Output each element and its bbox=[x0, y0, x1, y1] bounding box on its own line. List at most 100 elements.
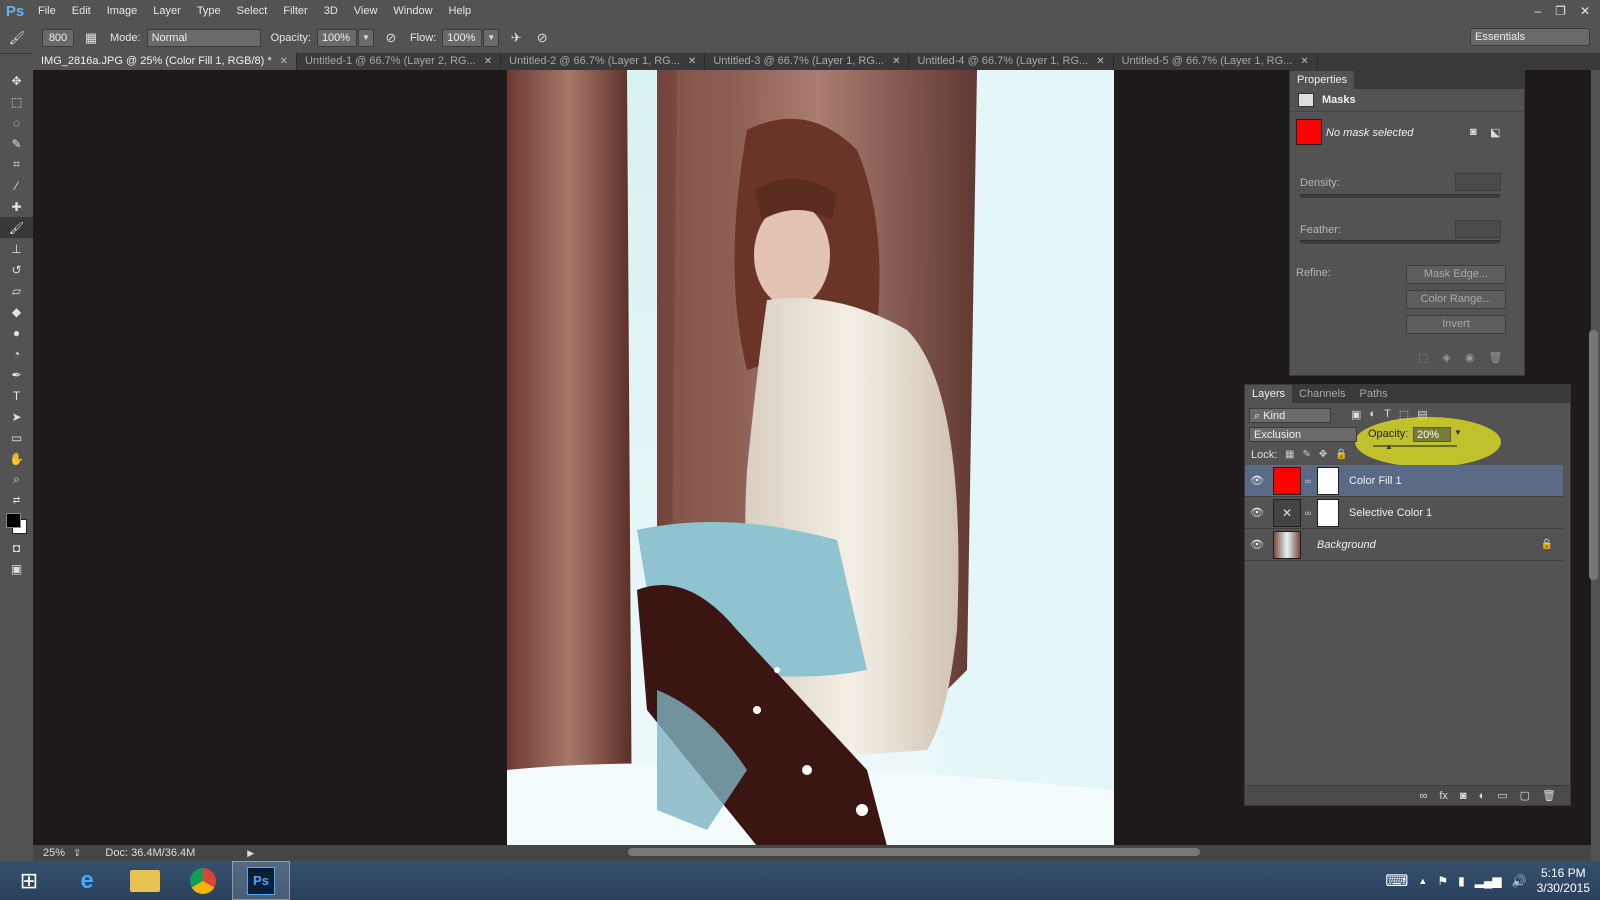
tab-properties[interactable]: Properties bbox=[1290, 71, 1355, 89]
brush-tool-preset-icon[interactable]: 🖌 bbox=[8, 29, 26, 47]
status-menu-arrow-icon[interactable]: ▶ bbox=[247, 848, 254, 859]
tab-untitled-3[interactable]: Untitled-3 @ 66.7% (Layer 1, RG... ✕ bbox=[705, 53, 910, 70]
screen-mode-icon[interactable]: ▣ bbox=[0, 558, 33, 579]
minimize-button[interactable]: – bbox=[1534, 4, 1541, 18]
document-image[interactable] bbox=[507, 70, 1114, 846]
hand-tool-icon[interactable]: ✋ bbox=[0, 448, 33, 469]
close-button[interactable]: ✕ bbox=[1580, 4, 1590, 18]
move-tool-icon[interactable]: ✥ bbox=[0, 70, 33, 91]
swap-colors-icon[interactable]: ⇄ bbox=[0, 490, 33, 511]
restore-button[interactable]: ❐ bbox=[1555, 4, 1566, 18]
vector-mask-icon[interactable]: ⬕ bbox=[1490, 126, 1500, 139]
layer-thumbnail[interactable] bbox=[1273, 466, 1301, 495]
workspace-select[interactable]: Essentials bbox=[1470, 28, 1590, 46]
pressure-size-icon[interactable]: ⊘ bbox=[533, 29, 551, 47]
lock-position-icon[interactable]: ✥ bbox=[1319, 449, 1327, 460]
menu-image[interactable]: Image bbox=[99, 0, 146, 22]
invert-button[interactable]: Invert bbox=[1406, 315, 1506, 334]
volume-icon[interactable]: 🔊 bbox=[1512, 874, 1527, 888]
close-icon[interactable]: ✕ bbox=[688, 53, 696, 70]
menu-window[interactable]: Window bbox=[385, 0, 440, 22]
close-icon[interactable]: ✕ bbox=[280, 53, 288, 70]
brush-panel-icon[interactable]: ▦ bbox=[82, 29, 100, 47]
color-swatches[interactable] bbox=[0, 511, 33, 537]
layer-style-fx-icon[interactable]: fx bbox=[1439, 790, 1448, 802]
menu-3d[interactable]: 3D bbox=[316, 0, 346, 22]
menu-type[interactable]: Type bbox=[189, 0, 229, 22]
menu-help[interactable]: Help bbox=[441, 0, 480, 22]
vertical-scrollbar[interactable] bbox=[1589, 330, 1598, 580]
trash-icon[interactable]: 🗑 bbox=[1488, 351, 1502, 364]
mask-thumbnail[interactable] bbox=[1317, 498, 1339, 527]
type-tool-icon[interactable]: T bbox=[0, 385, 33, 406]
export-icon[interactable]: ⇪ bbox=[73, 848, 81, 859]
visibility-icon[interactable]: ◉ bbox=[1465, 351, 1475, 364]
eraser-tool-icon[interactable]: ▱ bbox=[0, 280, 33, 301]
eye-icon[interactable]: 👁 bbox=[1245, 506, 1269, 519]
density-field[interactable] bbox=[1455, 173, 1501, 191]
windows-start-icon[interactable]: ⊞ bbox=[0, 861, 58, 900]
blur-tool-icon[interactable]: ● bbox=[0, 322, 33, 343]
pixel-filter-icon[interactable]: ▣ bbox=[1351, 408, 1361, 421]
adjustment-filter-icon[interactable]: ◐ bbox=[1369, 408, 1376, 421]
chrome-icon[interactable] bbox=[174, 861, 232, 900]
history-brush-tool-icon[interactable]: ↺ bbox=[0, 259, 33, 280]
flow-dropdown-icon[interactable]: ▼ bbox=[483, 28, 500, 47]
new-group-icon[interactable]: ▭ bbox=[1497, 789, 1507, 802]
path-select-tool-icon[interactable]: ➤ bbox=[0, 406, 33, 427]
dodge-tool-icon[interactable]: ◔ bbox=[0, 343, 33, 364]
feather-slider[interactable] bbox=[1300, 240, 1500, 244]
pen-tool-icon[interactable]: ✒ bbox=[0, 364, 33, 385]
slider-thumb-icon[interactable]: ▲ bbox=[1385, 442, 1393, 451]
battery-icon[interactable]: ▮ bbox=[1458, 874, 1465, 888]
layer-row-selective-color-1[interactable]: 👁 ✕ ∞ Selective Color 1 bbox=[1245, 497, 1563, 529]
pixel-mask-icon[interactable]: ◙ bbox=[1470, 126, 1477, 138]
network-icon[interactable]: ▂▄▆ bbox=[1475, 874, 1502, 888]
crop-tool-icon[interactable]: ⌗ bbox=[0, 154, 33, 175]
menu-file[interactable]: File bbox=[30, 0, 64, 22]
lock-transparent-icon[interactable]: ▦ bbox=[1285, 449, 1294, 460]
shape-tool-icon[interactable]: ▭ bbox=[0, 427, 33, 448]
menu-select[interactable]: Select bbox=[229, 0, 276, 22]
zoom-tool-icon[interactable]: ⌕ bbox=[0, 469, 33, 490]
close-icon[interactable]: ✕ bbox=[1300, 53, 1308, 70]
close-icon[interactable]: ✕ bbox=[892, 53, 900, 70]
layer-thumbnail[interactable] bbox=[1273, 530, 1301, 559]
opacity-field[interactable]: 100% bbox=[316, 28, 357, 47]
mask-edge-button[interactable]: Mask Edge... bbox=[1406, 265, 1506, 284]
paint-bucket-tool-icon[interactable]: ◆ bbox=[0, 301, 33, 322]
lasso-tool-icon[interactable]: ◌ bbox=[0, 112, 33, 133]
horizontal-scrollbar[interactable] bbox=[628, 848, 1200, 856]
blend-mode-select[interactable]: Exclusion bbox=[1249, 427, 1357, 442]
new-layer-icon[interactable]: ▢ bbox=[1520, 789, 1530, 802]
link-layers-icon[interactable]: ∞ bbox=[1420, 790, 1428, 802]
link-icon[interactable]: ∞ bbox=[1303, 508, 1313, 518]
load-selection-icon[interactable]: ⬚ bbox=[1418, 351, 1428, 364]
lock-all-icon[interactable]: 🔒 bbox=[1335, 449, 1347, 460]
pressure-opacity-icon[interactable]: ⊘ bbox=[382, 29, 400, 47]
menu-view[interactable]: View bbox=[346, 0, 386, 22]
quick-select-tool-icon[interactable]: ✎ bbox=[0, 133, 33, 154]
tab-paths[interactable]: Paths bbox=[1353, 385, 1395, 403]
tab-layers[interactable]: Layers bbox=[1245, 385, 1293, 403]
menu-filter[interactable]: Filter bbox=[275, 0, 315, 22]
layer-filter-select[interactable]: ⌕ Kind bbox=[1249, 408, 1331, 423]
density-slider[interactable] bbox=[1300, 194, 1500, 198]
link-icon[interactable]: ∞ bbox=[1303, 476, 1313, 486]
add-mask-icon[interactable]: ◙ bbox=[1460, 790, 1467, 802]
clone-stamp-tool-icon[interactable]: ⊥ bbox=[0, 238, 33, 259]
adjustment-layer-icon[interactable]: ✕ bbox=[1273, 498, 1301, 527]
mode-select[interactable]: Normal bbox=[146, 28, 261, 47]
internet-explorer-icon[interactable]: e bbox=[58, 861, 116, 900]
clock[interactable]: 5:16 PM 3/30/2015 bbox=[1537, 866, 1590, 896]
tab-untitled-4[interactable]: Untitled-4 @ 66.7% (Layer 1, RG... ✕ bbox=[909, 53, 1114, 70]
tab-img-2816a[interactable]: IMG_2816a.JPG @ 25% (Color Fill 1, RGB/8… bbox=[33, 53, 298, 70]
lock-pixels-icon[interactable]: ✎ bbox=[1302, 449, 1310, 460]
quick-mask-icon[interactable]: ◘ bbox=[0, 537, 33, 558]
opacity-dropdown-icon[interactable]: ▼ bbox=[357, 28, 374, 47]
layer-row-background[interactable]: 👁 Background 🔒 bbox=[1245, 529, 1563, 561]
airbrush-icon[interactable]: ✈ bbox=[507, 29, 525, 47]
mask-thumbnail[interactable] bbox=[1317, 466, 1339, 495]
trash-icon[interactable]: 🗑 bbox=[1542, 789, 1556, 802]
new-adjustment-icon[interactable]: ◐ bbox=[1479, 790, 1486, 802]
